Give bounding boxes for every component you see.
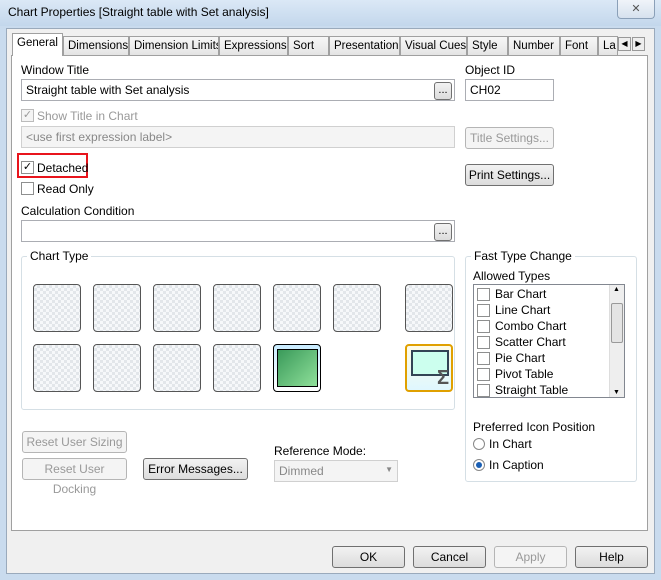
title-text-input[interactable]: <use first expression label> — [21, 126, 455, 148]
window-title: Chart Properties [Straight table with Se… — [8, 5, 269, 19]
pivot-table-type-icon[interactable] — [405, 284, 453, 332]
allowed-type-checkbox[interactable] — [477, 352, 490, 365]
tab-font[interactable]: Font — [560, 36, 598, 55]
tab-la[interactable]: La — [598, 36, 618, 55]
tab-number[interactable]: Number — [508, 36, 560, 55]
allowed-type-checkbox[interactable] — [477, 368, 490, 381]
tab-style[interactable]: Style — [467, 36, 508, 55]
object-id-input[interactable]: CH02 — [465, 79, 554, 101]
window-title-browse-button[interactable]: ... — [434, 82, 452, 100]
tab-dimensions[interactable]: Dimensions — [63, 36, 129, 55]
gauge-chart-type-icon[interactable] — [273, 284, 321, 332]
grid-chart-type-icon[interactable] — [93, 344, 141, 392]
title-settings-button[interactable]: Title Settings... — [465, 127, 554, 149]
print-settings-button[interactable]: Print Settings... — [465, 164, 554, 186]
tab-dimension-limits[interactable]: Dimension Limits — [129, 36, 219, 55]
allowed-type-checkbox[interactable] — [477, 336, 490, 349]
funnel-chart-type-icon[interactable] — [213, 344, 261, 392]
help-button[interactable]: Help — [575, 546, 648, 568]
allowed-type-checkbox[interactable] — [477, 384, 490, 397]
straight-table-type-icon[interactable]: Σ — [405, 344, 453, 392]
window-title-input[interactable]: Straight table with Set analysis — [21, 79, 455, 101]
tab-sort[interactable]: Sort — [288, 36, 329, 55]
detached-label: Detached — [37, 161, 89, 175]
combo-chart-type-icon[interactable] — [153, 284, 201, 332]
bar-chart-type-icon[interactable] — [33, 284, 81, 332]
in-caption-radio[interactable] — [473, 459, 485, 471]
tab-scroll-left-icon[interactable]: ◀ — [618, 37, 631, 51]
in-chart-label: In Chart — [489, 437, 532, 451]
show-title-label: Show Title in Chart — [37, 109, 138, 123]
reference-mode-select[interactable]: Dimmed ▼ — [274, 460, 398, 482]
read-only-label: Read Only — [37, 182, 94, 196]
reset-user-sizing-button[interactable]: Reset User Sizing — [22, 431, 127, 453]
tab-general[interactable]: General — [12, 33, 63, 56]
ok-button[interactable]: OK — [332, 546, 405, 568]
calc-condition-label: Calculation Condition — [21, 204, 135, 218]
apply-button[interactable]: Apply — [494, 546, 567, 568]
allowed-types-list: Bar Chart Line Chart Combo Chart Scatter Ch… — [473, 284, 625, 398]
tab-expressions[interactable]: Expressions — [219, 36, 288, 55]
chart-type-label: Chart Type — [27, 249, 92, 263]
allowed-type-checkbox[interactable] — [477, 304, 490, 317]
allowed-type-checkbox[interactable] — [477, 320, 490, 333]
allowed-type-checkbox[interactable] — [477, 288, 490, 301]
preferred-icon-position-label: Preferred Icon Position — [473, 420, 596, 434]
allowed-types-scrollbar[interactable]: ▲ ▼ — [609, 285, 624, 397]
scatter-chart-type-icon[interactable] — [33, 344, 81, 392]
pie-chart-type-icon[interactable] — [153, 344, 201, 392]
window-title-label: Window Title — [21, 63, 90, 77]
allowed-types-label: Allowed Types — [473, 269, 551, 283]
tab-presentation[interactable]: Presentation — [329, 36, 400, 55]
read-only-checkbox[interactable] — [21, 182, 34, 195]
tab-visual-cues[interactable]: Visual Cues — [400, 36, 467, 55]
reference-mode-label: Reference Mode: — [274, 444, 367, 458]
reset-user-docking-button[interactable]: Reset User Docking — [22, 458, 127, 496]
calc-condition-browse-button[interactable]: ... — [434, 223, 452, 241]
calc-condition-input[interactable] — [21, 220, 455, 242]
error-messages-button[interactable]: Error Messages... — [143, 458, 248, 480]
radar-chart-type-icon[interactable] — [213, 284, 261, 332]
detached-checkbox[interactable]: ✓ — [21, 161, 34, 174]
show-title-checkbox[interactable]: ✓ — [21, 109, 34, 122]
tab-scroll-right-icon[interactable]: ▶ — [632, 37, 645, 51]
mekko-chart-type-icon[interactable] — [333, 284, 381, 332]
object-id-label: Object ID — [465, 63, 516, 77]
reference-mode-value: Dimmed — [279, 464, 324, 478]
block-chart-type-icon[interactable] — [273, 344, 321, 392]
in-chart-radio[interactable] — [473, 438, 485, 450]
fast-type-change-label: Fast Type Change — [471, 249, 575, 263]
close-x-icon[interactable]: ✕ — [617, 0, 655, 19]
in-caption-label: In Caption — [489, 458, 544, 472]
chevron-down-icon: ▼ — [385, 465, 393, 474]
line-chart-type-icon[interactable] — [93, 284, 141, 332]
cancel-button[interactable]: Cancel — [413, 546, 486, 568]
